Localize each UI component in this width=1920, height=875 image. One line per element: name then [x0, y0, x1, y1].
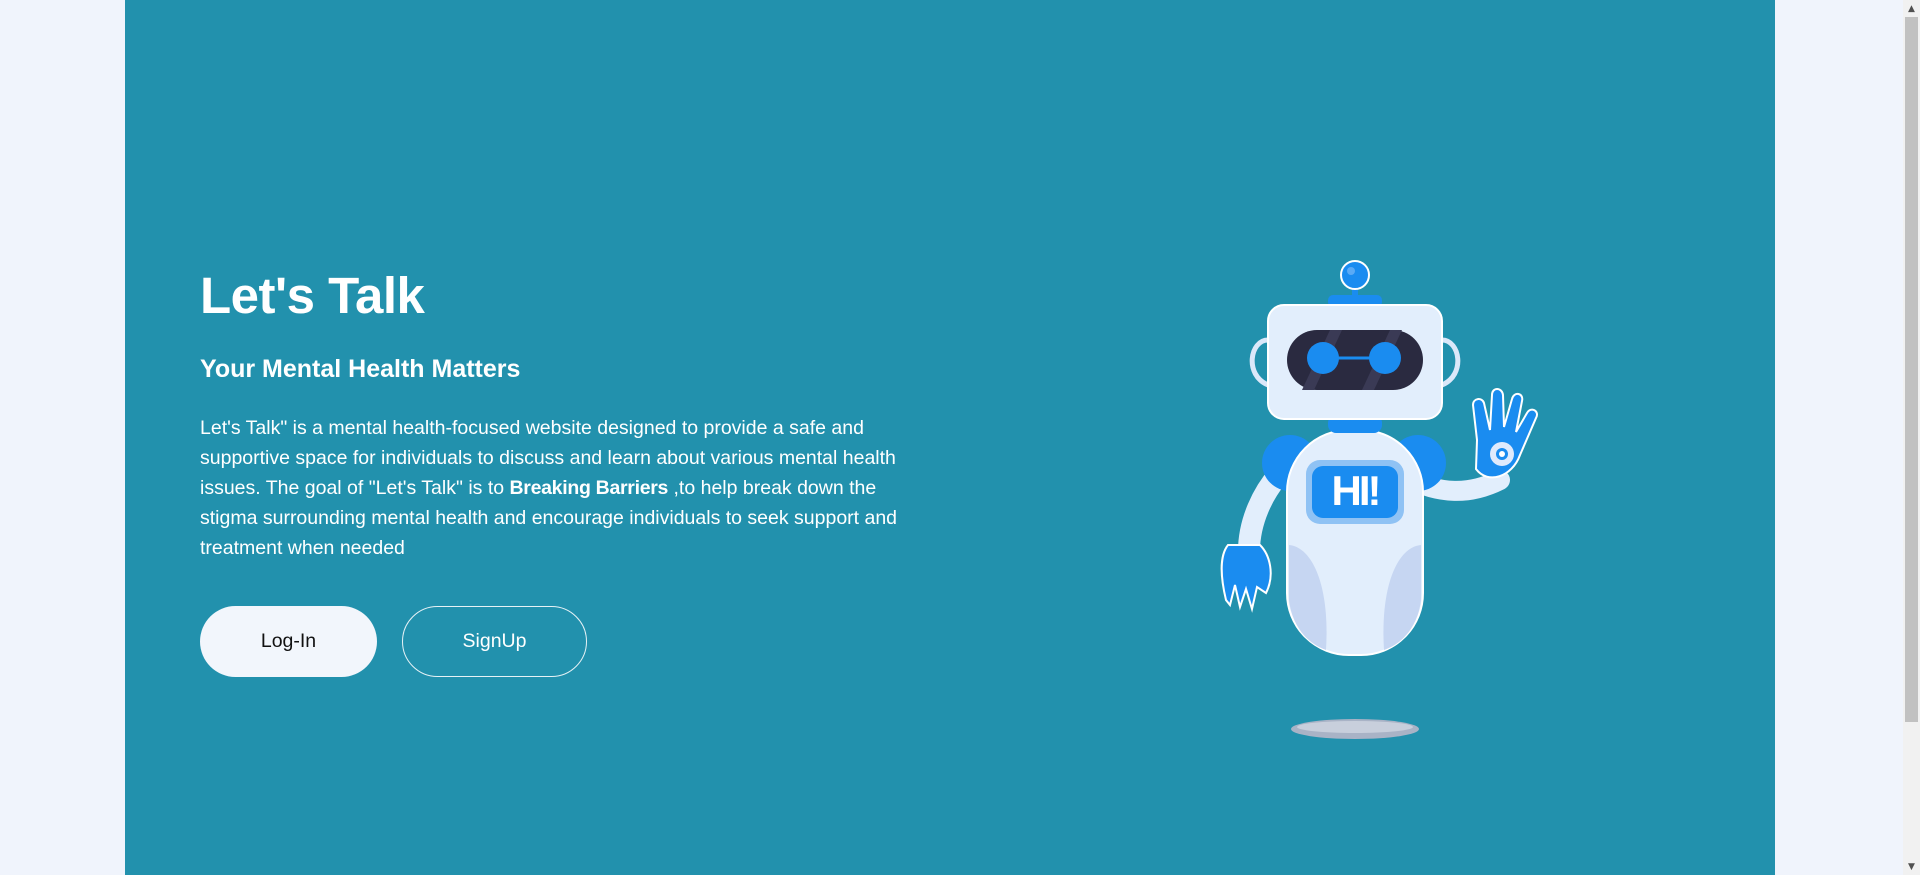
robot-antenna	[1340, 260, 1370, 290]
robot-left-eye	[1307, 342, 1339, 374]
page-subtitle: Your Mental Health Matters	[200, 355, 521, 384]
robot-torso: HI!	[1262, 429, 1446, 656]
scrollbar-thumb[interactable]	[1905, 17, 1918, 722]
auth-buttons: Log-In SignUp	[200, 606, 940, 678]
page: Let's Talk Your Mental Health Matters Le…	[0, 0, 1920, 875]
robot-illustration: HI!	[1220, 260, 1538, 739]
scrollbar[interactable]: ▲ ▼	[1903, 0, 1920, 875]
robot-head	[1249, 260, 1461, 420]
hero-description: Let's Talk" is a mental health-focused w…	[200, 413, 930, 563]
signup-button[interactable]: SignUp	[402, 606, 587, 678]
login-button[interactable]: Log-In	[200, 606, 377, 678]
hero-section: Let's Talk Your Mental Health Matters Le…	[125, 0, 1775, 875]
hero-text: Let's Talk Your Mental Health Matters Le…	[200, 265, 940, 678]
scroll-down-arrow-icon[interactable]: ▼	[1903, 858, 1920, 875]
description-highlight: Breaking Barriers	[509, 477, 669, 500]
scroll-up-arrow-icon[interactable]: ▲	[1903, 0, 1920, 17]
robot-right-eye	[1369, 342, 1401, 374]
robot-badge-text: HI!	[1332, 467, 1379, 514]
page-title: Let's Talk	[200, 267, 425, 324]
